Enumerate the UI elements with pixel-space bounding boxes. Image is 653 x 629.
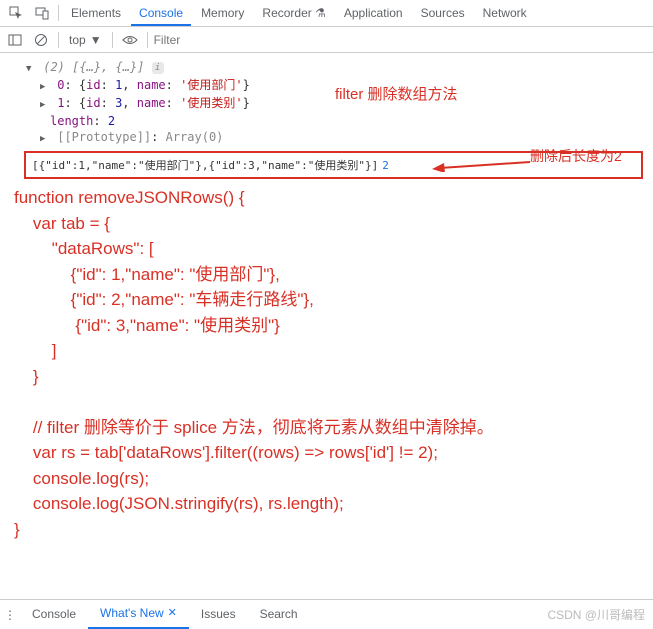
log-length-value: 2 [382,159,389,172]
tab-network[interactable]: Network [475,0,535,26]
flask-icon: ⚗ [315,6,326,20]
tab-recorder[interactable]: Recorder ⚗ [254,0,333,26]
tab-elements[interactable]: Elements [63,0,129,26]
log-prototype[interactable]: [[Prototype]]: Array(0) [0,129,653,147]
annotation-filter-method: filter 删除数组方法 [335,83,458,104]
tab-sources[interactable]: Sources [413,0,473,26]
devtools-top-tabs: Elements Console Memory Recorder ⚗ Appli… [0,0,653,27]
separator [58,5,59,21]
eye-icon[interactable] [119,29,141,51]
clear-console-icon[interactable] [30,29,52,51]
log-item-0[interactable]: 0: {id: 1, name: '使用部门'} [0,77,653,95]
separator [147,32,148,48]
drawer-tab-issues[interactable]: Issues [189,600,248,629]
chevron-down-icon: ▼ [90,33,102,47]
log-length: length: 2 [0,113,653,129]
code-snippet: function removeJSONRows() { var tab = { … [0,181,653,542]
info-icon[interactable]: i [152,62,164,74]
more-icon[interactable]: ⋮ [0,608,20,622]
expand-icon[interactable] [26,59,36,77]
expand-icon[interactable] [40,95,50,113]
watermark: CSDN @川哥编程 [547,606,645,623]
toggle-sidebar-icon[interactable] [4,29,26,51]
tab-console[interactable]: Console [131,0,191,26]
drawer-tab-whatsnew[interactable]: What's New✕ [88,600,189,629]
drawer-tab-console[interactable]: Console [20,600,88,629]
tab-application[interactable]: Application [336,0,411,26]
expand-icon[interactable] [40,77,50,95]
log-item-1[interactable]: 1: {id: 3, name: '使用类别'} [0,95,653,113]
device-toolbar-icon[interactable] [30,1,54,25]
expand-icon[interactable] [40,129,50,147]
separator [112,32,113,48]
separator [58,32,59,48]
drawer-tab-search[interactable]: Search [248,600,310,629]
context-label: top [69,33,86,47]
context-selector[interactable]: top ▼ [65,33,106,47]
console-toolbar: top ▼ [0,27,653,53]
tab-memory[interactable]: Memory [193,0,252,26]
log-array-summary[interactable]: (2) [{…}, {…}] i [0,59,653,77]
close-icon[interactable]: ✕ [168,599,177,628]
filter-input[interactable] [154,30,649,50]
arrow-icon [432,152,532,172]
inspect-icon[interactable] [4,1,28,25]
annotation-length-after: 删除后长度为2 [530,146,622,166]
